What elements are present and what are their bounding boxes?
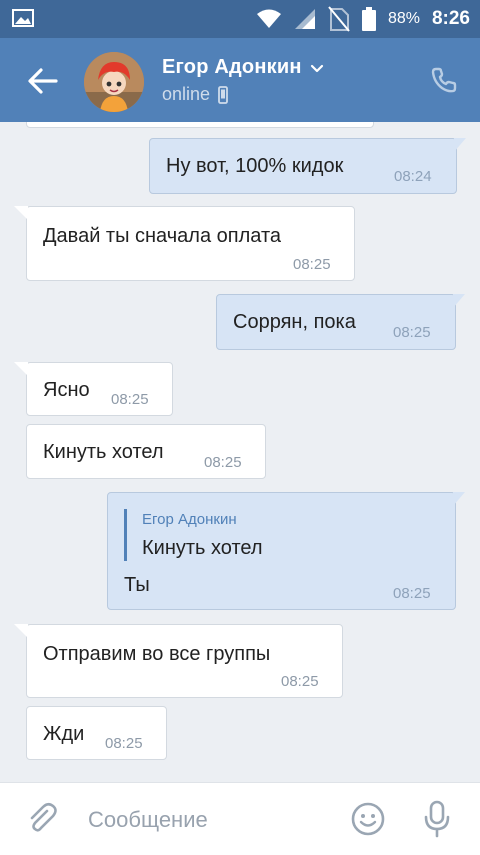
message-time: 08:24: [394, 168, 432, 185]
battery-percent: 88%: [387, 10, 420, 27]
message-text: Отправим во все группы: [43, 643, 271, 665]
message-bubble-incoming[interactable]: Кинуть хотел 08:25: [26, 424, 266, 479]
message-text: Ясно: [43, 379, 90, 401]
emoji-icon[interactable]: [350, 801, 386, 837]
mobile-phone-icon: [218, 85, 228, 104]
message-bubble-incoming[interactable]: Ясно 08:25: [14, 362, 173, 416]
reply-quote-bar: [124, 509, 127, 561]
no-sim-icon: [328, 6, 350, 32]
message-text: Жди: [43, 723, 85, 745]
avatar[interactable]: [84, 52, 144, 112]
back-arrow-icon[interactable]: [26, 64, 60, 98]
status-bar: 88% 8:26: [0, 0, 480, 38]
message-bubble-outgoing[interactable]: Соррян, пока 08:25: [216, 294, 465, 350]
online-status: online: [162, 84, 211, 104]
message-composer: [0, 782, 480, 855]
message-text: Ну вот, 100% кидок: [166, 155, 344, 177]
chevron-down-icon[interactable]: [308, 59, 326, 77]
message-text: Ты: [124, 574, 150, 596]
battery-icon: [361, 7, 376, 31]
message-bubble-incoming[interactable]: Жди 08:25: [26, 706, 167, 760]
signal-icon: [294, 9, 315, 29]
message-time: 08:25: [105, 735, 143, 752]
image-notification-icon: [12, 9, 34, 27]
message-text: Давай ты сначала оплата: [43, 225, 281, 247]
clock: 8:26: [431, 8, 470, 29]
phone-icon[interactable]: [430, 66, 458, 94]
message-bubble-incoming[interactable]: Давай ты сначала оплата 08:25: [14, 206, 355, 281]
message-time: 08:25: [393, 585, 431, 602]
reply-author: Егор Адонкин: [142, 511, 237, 528]
contact-name[interactable]: Егор Адонкин: [162, 56, 302, 79]
chat-header: Егор Адонкин online: [0, 38, 480, 122]
wifi-icon: [256, 9, 281, 28]
microphone-icon[interactable]: [420, 799, 454, 839]
message-bubble-incoming[interactable]: Отправим во все группы 08:25: [14, 624, 343, 698]
message-bubble-outgoing[interactable]: Ну вот, 100% кидок 08:24: [149, 138, 466, 194]
message-time: 08:25: [204, 454, 242, 471]
message-bubble-outgoing-reply[interactable]: Егор Адонкин Кинуть хотел Ты 08:25: [107, 492, 465, 610]
message-time: 08:25: [281, 673, 319, 690]
message-list[interactable]: Ну вот, 100% кидок 08:24 Давай ты сначал…: [0, 122, 480, 782]
message-text: Соррян, пока: [233, 311, 356, 333]
message-time: 08:25: [111, 391, 149, 408]
reply-quoted-text: Кинуть хотел: [142, 537, 263, 559]
message-time: 08:25: [393, 324, 431, 341]
message-text: Кинуть хотел: [43, 441, 164, 463]
paperclip-icon[interactable]: [24, 801, 60, 837]
message-time: 08:25: [293, 256, 331, 273]
message-bubble-previous[interactable]: [26, 122, 374, 128]
message-input[interactable]: [86, 803, 340, 837]
